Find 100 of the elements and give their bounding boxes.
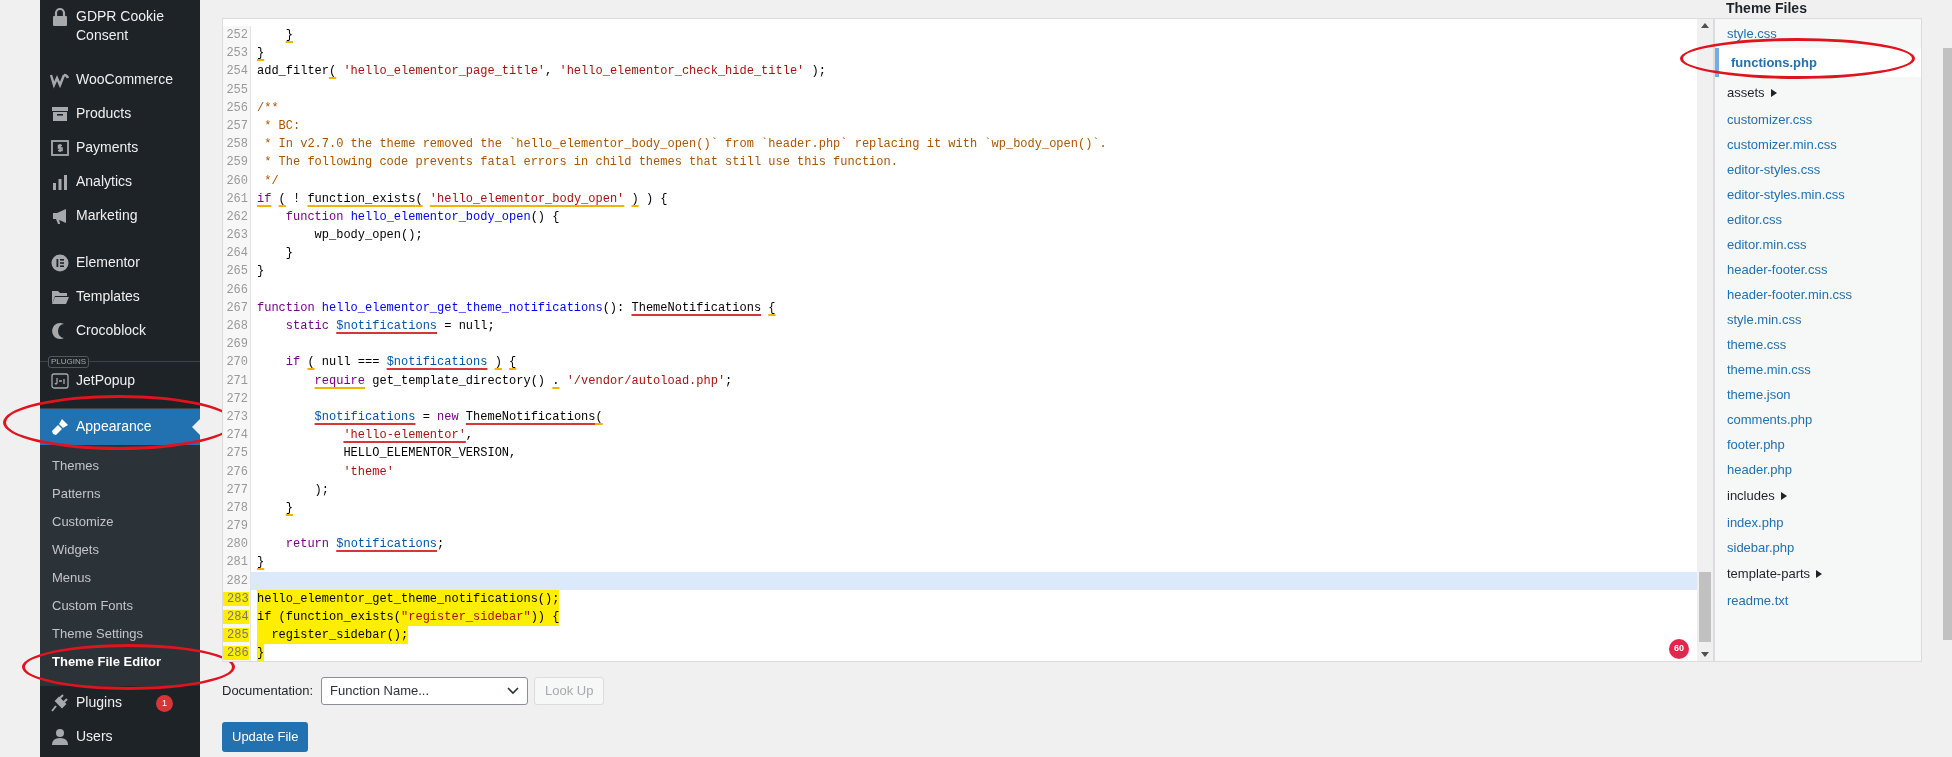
page-scrollbar-thumb[interactable] bbox=[1943, 48, 1952, 640]
line-number: 263 bbox=[226, 228, 248, 243]
line-number: 272 bbox=[226, 391, 248, 406]
file-item[interactable]: editor-styles.min.css bbox=[1715, 182, 1921, 207]
scrollbar[interactable] bbox=[1697, 19, 1713, 661]
code-line: } bbox=[257, 45, 265, 63]
code-line: function hello_elementor_body_open() { bbox=[284, 208, 560, 226]
file-item[interactable]: header.php bbox=[1715, 457, 1921, 482]
line-number: 273 bbox=[226, 409, 248, 424]
theme-files-heading: Theme Files bbox=[1725, 0, 1808, 18]
line-number: 256 bbox=[226, 100, 248, 115]
menu-item[interactable]: Payments bbox=[40, 131, 200, 165]
code-line: } bbox=[284, 27, 293, 44]
file-item[interactable]: customizer.css bbox=[1715, 107, 1921, 132]
paintbrush-icon bbox=[50, 417, 70, 437]
dollar-icon bbox=[50, 138, 70, 158]
line-number: 261 bbox=[226, 191, 248, 206]
function-name-select[interactable]: Function Name... bbox=[321, 677, 529, 705]
submenu-item[interactable]: Widgets bbox=[40, 536, 200, 564]
menu-item[interactable]: Analytics bbox=[40, 165, 200, 199]
folder-item[interactable]: template-parts bbox=[1715, 560, 1921, 588]
scrollbar-thumb[interactable] bbox=[1699, 572, 1711, 642]
code-line: */ bbox=[263, 172, 279, 190]
line-number: 270 bbox=[226, 355, 248, 370]
file-item[interactable]: header-footer.min.css bbox=[1715, 282, 1921, 307]
expand-arrow-icon bbox=[1780, 492, 1787, 500]
line-number: 269 bbox=[226, 337, 248, 352]
submenu-item[interactable]: Menus bbox=[40, 564, 200, 592]
lock-icon bbox=[50, 7, 70, 27]
box-icon bbox=[50, 104, 70, 124]
line-number: 264 bbox=[226, 246, 248, 261]
submenu-item[interactable]: Custom Fonts bbox=[40, 592, 200, 620]
code-line: static $notifications = null; bbox=[284, 318, 495, 335]
scroll-down-icon[interactable] bbox=[1701, 652, 1709, 657]
circle-e-icon bbox=[50, 253, 70, 273]
line-number: 268 bbox=[226, 319, 248, 333]
menu-item[interactable]: Appearance bbox=[40, 409, 200, 445]
code-line: ); bbox=[313, 481, 329, 499]
file-item[interactable]: readme.txt bbox=[1715, 588, 1921, 613]
code-line: require get_template_directory() . '/vendor/autoload.php'; bbox=[313, 372, 733, 390]
code-line: wp_body_open(); bbox=[313, 227, 423, 245]
line-number: 271 bbox=[226, 373, 248, 388]
file-item[interactable]: sidebar.php bbox=[1715, 535, 1921, 560]
file-item[interactable]: style.css bbox=[1715, 21, 1921, 46]
expand-arrow-icon bbox=[1816, 570, 1823, 578]
code-line: * The following code prevents fatal errors in child themes that still use this function. bbox=[263, 154, 898, 172]
menu-item[interactable]: Products bbox=[40, 97, 200, 131]
menu-item[interactable]: Elementor bbox=[40, 246, 200, 280]
submenu-item[interactable]: Customize bbox=[40, 508, 200, 536]
file-item[interactable]: header-footer.css bbox=[1715, 257, 1921, 282]
line-number: 266 bbox=[226, 282, 248, 297]
line-number: 274 bbox=[226, 428, 248, 443]
submenu-item[interactable]: Themes bbox=[40, 452, 200, 480]
menu-item[interactable]: WooCommerce bbox=[40, 63, 200, 97]
submenu-item[interactable]: Patterns bbox=[40, 480, 200, 508]
documentation-label: Documentation: bbox=[222, 682, 314, 701]
line-number: 284 bbox=[223, 610, 249, 624]
line-number: 267 bbox=[226, 300, 248, 315]
line-number: 253 bbox=[226, 46, 248, 61]
plug-icon bbox=[50, 693, 70, 713]
code-line: /** bbox=[257, 99, 279, 117]
code-line: 'hello-elementor', bbox=[342, 427, 474, 445]
file-item[interactable]: functions.php bbox=[1715, 48, 1921, 77]
scroll-up-icon[interactable] bbox=[1701, 23, 1709, 28]
submenu-item[interactable]: Theme Settings bbox=[40, 620, 200, 648]
file-item[interactable]: editor.min.css bbox=[1715, 232, 1921, 257]
line-number: 276 bbox=[226, 464, 248, 479]
file-item[interactable]: editor-styles.css bbox=[1715, 157, 1921, 182]
file-item[interactable]: theme.css bbox=[1715, 332, 1921, 357]
menu-item[interactable]: Crocoblock bbox=[40, 314, 200, 348]
file-item[interactable]: editor.css bbox=[1715, 207, 1921, 232]
file-item[interactable]: comments.php bbox=[1715, 407, 1921, 432]
code-line: return $notifications; bbox=[284, 536, 445, 554]
bar-chart-icon bbox=[50, 172, 70, 192]
file-item[interactable]: theme.json bbox=[1715, 382, 1921, 407]
file-item[interactable]: style.min.css bbox=[1715, 307, 1921, 332]
line-number: 279 bbox=[226, 519, 248, 534]
menu-item[interactable]: GDPR Cookie Consent bbox=[40, 0, 200, 63]
code-line: HELLO_ELEMENTOR_VERSION, bbox=[342, 445, 517, 463]
menu-item[interactable]: Plugins 1 bbox=[40, 686, 200, 720]
line-number: 286 bbox=[223, 646, 249, 661]
menu-item[interactable]: Users bbox=[40, 720, 200, 754]
update-file-button[interactable]: Update File bbox=[222, 722, 309, 752]
folder-item[interactable]: includes bbox=[1715, 482, 1921, 510]
menu-item[interactable]: Marketing bbox=[40, 199, 200, 233]
file-item[interactable]: index.php bbox=[1715, 510, 1921, 535]
menu-item[interactable]: JetPopup bbox=[40, 364, 200, 398]
line-number: 258 bbox=[226, 137, 248, 152]
folder-item[interactable]: assets bbox=[1715, 79, 1921, 107]
code-line: } bbox=[257, 263, 265, 281]
submenu-item[interactable]: Theme File Editor bbox=[40, 648, 200, 676]
line-number: 257 bbox=[226, 118, 248, 133]
file-item[interactable]: customizer.min.css bbox=[1715, 132, 1921, 157]
code-line: function hello_elementor_get_theme_notifications(): ThemeNotifications { bbox=[257, 299, 776, 317]
menu-item[interactable]: Templates bbox=[40, 280, 200, 314]
line-number: 283 bbox=[223, 591, 249, 606]
current-page-pointer bbox=[192, 419, 200, 435]
file-item[interactable]: footer.php bbox=[1715, 432, 1921, 457]
code-line: } bbox=[284, 245, 293, 263]
file-item[interactable]: theme.min.css bbox=[1715, 357, 1921, 382]
